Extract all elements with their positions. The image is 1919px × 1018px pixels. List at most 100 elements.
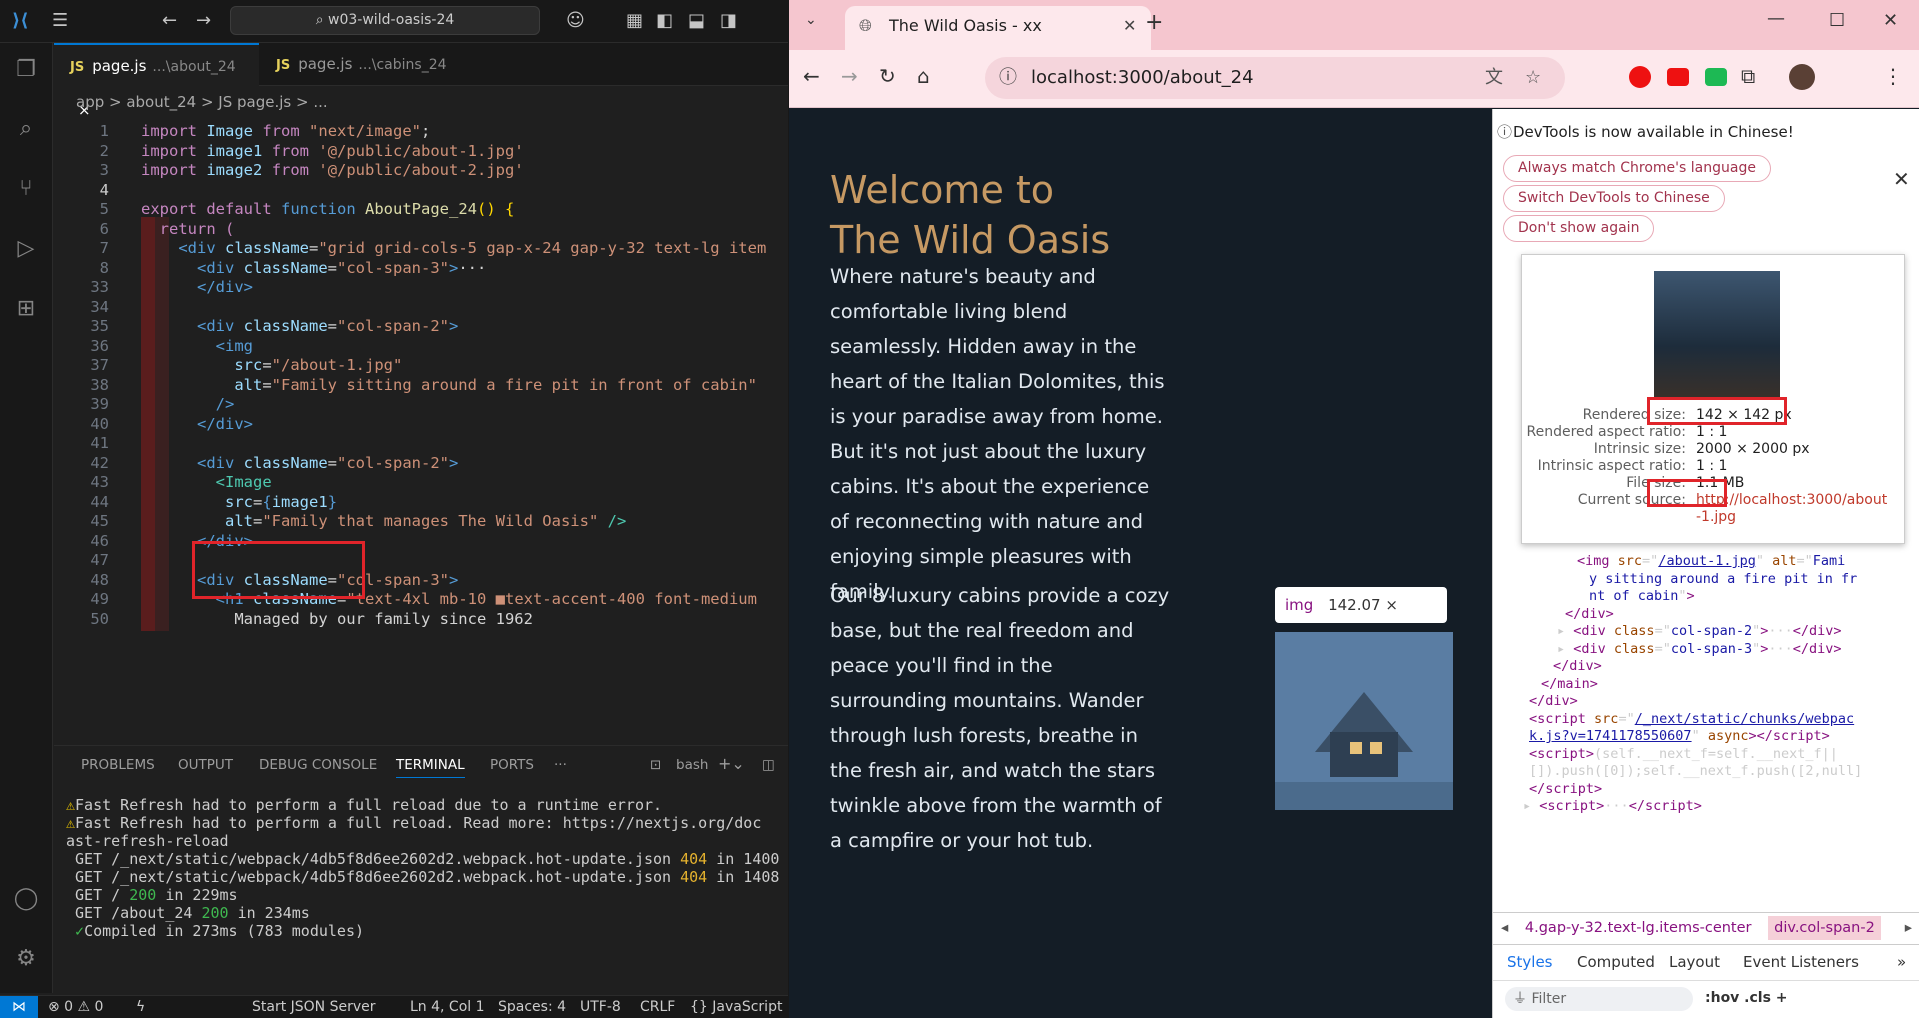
- home-icon[interactable]: ⌂: [917, 64, 930, 88]
- settings-gear-icon[interactable]: ⚙: [12, 946, 40, 974]
- tab-debug-console[interactable]: DEBUG CONSOLE: [259, 757, 377, 773]
- elements-tree[interactable]: <img src="/about-1.jpg" alt="Fami y sitti…: [1493, 549, 1919, 909]
- reload-icon[interactable]: ↻: [879, 64, 896, 88]
- breadcrumb[interactable]: app > about_24 > JS page.js > ...: [54, 88, 788, 116]
- line-ending[interactable]: CRLF: [640, 996, 675, 1018]
- tab-output[interactable]: OUTPUT: [178, 757, 233, 773]
- explorer-icon[interactable]: ❐: [12, 57, 40, 85]
- more-icon[interactable]: ···: [554, 757, 567, 773]
- chrome-window: ⌄ 🌐︎ The Wild Oasis - xx ✕ + — ☐ ✕ ← → ↻…: [789, 0, 1919, 1018]
- copilot-icon[interactable]: ☺: [566, 10, 585, 31]
- tab-terminal[interactable]: TERMINAL: [396, 757, 465, 778]
- browser-toolbar: ← → ↻ ⌂ ⓘ localhost:3000/about_24 文 ☆ ⧉ …: [789, 50, 1919, 108]
- vscode-window: ⟩⟨ ☰ ← → ⌕ w03-wild-oasis-24 ☺ ▦ ◧ ⬓ ◨ ❐…: [0, 0, 788, 1018]
- maximize-icon[interactable]: ☐: [1829, 10, 1845, 31]
- breadcrumb-col-span-2[interactable]: div.col-span-2: [1768, 916, 1881, 940]
- terminal-shell-name[interactable]: bash: [676, 757, 708, 773]
- switch-to-chinese-button[interactable]: Switch DevTools to Chinese: [1503, 185, 1725, 212]
- back-arrow-icon[interactable]: ←: [162, 10, 177, 31]
- new-tab-icon[interactable]: +: [1145, 10, 1163, 35]
- minimize-icon[interactable]: —: [1767, 8, 1785, 29]
- language-mode[interactable]: {} JavaScript: [690, 996, 782, 1018]
- start-json-server[interactable]: Start JSON Server: [252, 996, 376, 1018]
- inspect-tooltip: img 142.07 × 142.07: [1275, 587, 1447, 650]
- forward-arrow-icon[interactable]: →: [196, 10, 211, 31]
- url-text[interactable]: localhost:3000/about_24: [1031, 57, 1254, 99]
- forward-icon[interactable]: →: [841, 64, 858, 88]
- source-control-icon[interactable]: ⑂: [12, 176, 40, 204]
- scroll-left-icon[interactable]: ◂: [1501, 920, 1508, 936]
- filter-tools[interactable]: :hov .cls +: [1705, 990, 1788, 1006]
- preview-value: -1.jpg: [1696, 509, 1737, 525]
- toggle-secondary-sidebar-icon[interactable]: ◨: [720, 10, 737, 31]
- extensions-icon[interactable]: ⊞: [12, 296, 40, 324]
- address-bar[interactable]: ⓘ localhost:3000/about_24 文 ☆: [985, 57, 1565, 99]
- extensions-puzzle-icon[interactable]: ⧉: [1741, 64, 1755, 88]
- site-info-icon[interactable]: ⓘ: [999, 57, 1017, 99]
- menu-icon[interactable]: ☰: [52, 10, 68, 31]
- toggle-sidebar-icon[interactable]: ◧: [656, 10, 673, 31]
- tab-problems[interactable]: PROBLEMS: [81, 757, 155, 773]
- profile-avatar[interactable]: [1789, 64, 1815, 90]
- always-match-language-button[interactable]: Always match Chrome's language: [1503, 155, 1771, 182]
- vscode-logo-icon: ⟩⟨: [12, 10, 29, 31]
- scroll-right-icon[interactable]: ▸: [1905, 913, 1912, 944]
- close-window-icon[interactable]: ✕: [1883, 10, 1898, 31]
- toggle-panel-icon[interactable]: ⬓: [688, 10, 705, 31]
- tab-ports[interactable]: PORTS: [490, 757, 534, 773]
- translate-icon[interactable]: 文: [1485, 57, 1503, 99]
- terminal-shell-icon: ⊡: [650, 757, 662, 773]
- tab-page-js-cabins[interactable]: JS page.js ...\cabins_24: [260, 43, 450, 86]
- chrome-menu-icon[interactable]: ⋮: [1883, 64, 1903, 88]
- tab-path: ...\about_24: [152, 59, 236, 75]
- split-terminal-icon[interactable]: ◫: [762, 757, 775, 773]
- cabin-image-highlighted[interactable]: [1275, 632, 1453, 810]
- search-icon[interactable]: ⌕: [12, 116, 40, 144]
- lightning-icon[interactable]: ϟ: [136, 996, 145, 1018]
- code-editor[interactable]: 1 import Image from "next/image"; 2 import …: [54, 116, 788, 741]
- terminal-output[interactable]: ⚠Fast Refresh had to perform a full relo…: [54, 790, 788, 995]
- globe-icon: 🌐︎: [859, 16, 872, 35]
- extension-green-icon[interactable]: [1705, 68, 1727, 86]
- problems-count[interactable]: ⊗ 0 ⚠ 0: [48, 996, 103, 1018]
- close-notice-icon[interactable]: ✕: [1893, 167, 1910, 191]
- browser-tab[interactable]: 🌐︎ The Wild Oasis - xx ✕: [845, 6, 1151, 50]
- extension-red-icon[interactable]: [1667, 68, 1689, 86]
- filter-input[interactable]: ⏚ Filter: [1505, 987, 1693, 1011]
- web-page: Welcome to The Wild Oasis Where nature's…: [789, 109, 1492, 1018]
- encoding[interactable]: UTF-8: [580, 996, 621, 1018]
- tab-layout[interactable]: Layout: [1669, 945, 1720, 979]
- tab-event-listeners[interactable]: Event Listeners: [1743, 945, 1859, 979]
- indentation[interactable]: Spaces: 4: [498, 996, 566, 1018]
- code-line[interactable]: 50 Managed by our family since 1962: [54, 606, 788, 631]
- tab-styles[interactable]: Styles: [1507, 945, 1553, 979]
- title-line-1: Welcome to: [830, 168, 1055, 212]
- account-icon[interactable]: ◯: [12, 886, 40, 914]
- preview-row: -1.jpg: [1522, 507, 1906, 527]
- cabins-paragraph: Our 8 luxury cabins provide a cozy base,…: [830, 584, 1170, 852]
- command-center-search[interactable]: ⌕ w03-wild-oasis-24: [230, 6, 540, 35]
- cabin-image: [1275, 632, 1453, 810]
- tab-search-icon[interactable]: ⌄: [805, 12, 817, 28]
- tab-title: The Wild Oasis - xx: [889, 16, 1042, 35]
- more-tabs-icon[interactable]: »: [1897, 945, 1906, 979]
- extension-adblock-icon[interactable]: [1629, 66, 1651, 88]
- tab-computed[interactable]: Computed: [1577, 945, 1655, 979]
- dont-show-again-button[interactable]: Don't show again: [1503, 215, 1655, 242]
- back-icon[interactable]: ←: [803, 64, 820, 88]
- run-debug-icon[interactable]: ▷: [12, 236, 40, 264]
- close-tab-icon[interactable]: ✕: [1123, 6, 1136, 46]
- elements-breadcrumb: ◂ 4.gap-y-32.text-lg.items-center div.co…: [1493, 912, 1919, 944]
- cursor-position[interactable]: Ln 4, Col 1: [410, 996, 485, 1018]
- js-file-icon: JS: [70, 60, 85, 75]
- new-terminal-icon[interactable]: +⌄: [718, 754, 745, 773]
- layout-icon[interactable]: ▦: [626, 10, 643, 31]
- workspace-name: w03-wild-oasis-24: [328, 12, 455, 28]
- breadcrumb-grid-div[interactable]: 4.gap-y-32.text-lg.items-center: [1525, 920, 1752, 936]
- remote-icon[interactable]: ⋈: [0, 996, 38, 1018]
- bookmark-star-icon[interactable]: ☆: [1525, 57, 1541, 99]
- dom-node[interactable]: ▸ <script>···</script>: [1523, 796, 1702, 817]
- tab-path: ...\cabins_24: [358, 57, 447, 73]
- tab-label: page.js: [298, 55, 353, 73]
- tab-page-js-about[interactable]: JS page.js ...\about_24 ×: [54, 43, 259, 119]
